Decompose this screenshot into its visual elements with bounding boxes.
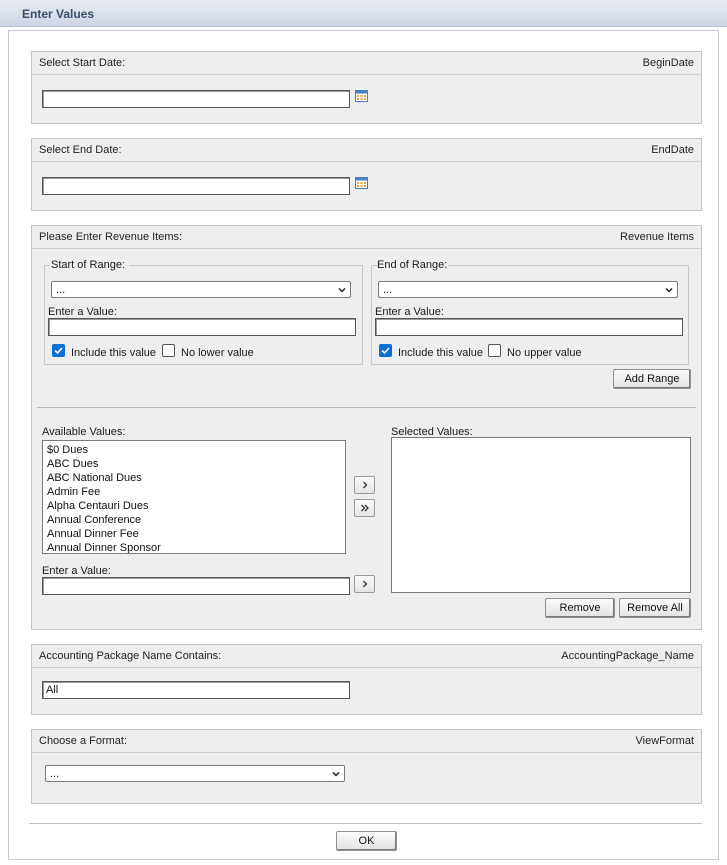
add-range-button[interactable]: Add Range: [613, 369, 691, 389]
list-item[interactable]: Alpha Centauri Dues: [43, 499, 345, 513]
revenue-items-section: Please Enter Revenue Items: Revenue Item…: [31, 225, 702, 630]
enter-value-input[interactable]: [42, 577, 350, 595]
remove-all-button[interactable]: Remove All: [619, 598, 691, 618]
available-values-list[interactable]: $0 Dues ABC Dues ABC National Dues Admin…: [42, 440, 346, 554]
accounting-package-section: Accounting Package Name Contains: Accoun…: [31, 644, 702, 715]
no-lower-value-checkbox[interactable]: [162, 344, 175, 357]
list-item[interactable]: ABC Dues: [43, 457, 345, 471]
chevron-right-icon: [362, 580, 367, 588]
list-item[interactable]: Annual Dinner Fee: [43, 527, 345, 541]
available-values-label: Available Values:: [42, 426, 126, 438]
end-date-section: Select End Date: EndDate: [31, 138, 702, 211]
list-item[interactable]: ABC National Dues: [43, 471, 345, 485]
end-date-input[interactable]: [42, 177, 350, 195]
format-select[interactable]: ...: [45, 765, 345, 782]
checkmark-icon: [54, 347, 63, 355]
end-enter-value-label: Enter a Value:: [375, 306, 444, 318]
ok-button[interactable]: OK: [336, 831, 397, 851]
end-range-input[interactable]: [375, 318, 683, 336]
accounting-package-input[interactable]: All: [42, 681, 350, 699]
start-range-input[interactable]: [48, 318, 356, 336]
end-date-label: Select End Date:: [39, 144, 122, 156]
end-of-range-legend: End of Range:: [377, 259, 448, 271]
enter-value-label: Enter a Value:: [42, 565, 111, 577]
start-enter-value-label: Enter a Value:: [48, 306, 117, 318]
calendar-icon[interactable]: [355, 177, 368, 189]
start-include-checkbox[interactable]: [52, 344, 65, 357]
begin-date-input[interactable]: [42, 90, 350, 108]
list-item[interactable]: $0 Dues: [43, 443, 345, 457]
section-divider: [37, 407, 696, 408]
no-lower-value-label: No lower value: [181, 347, 254, 359]
list-item[interactable]: Admin Fee: [43, 485, 345, 499]
double-chevron-right-icon: [360, 504, 369, 512]
move-all-button[interactable]: [354, 499, 375, 517]
list-item[interactable]: Annual Conference: [43, 513, 345, 527]
format-section: Choose a Format: ViewFormat ...: [31, 729, 702, 804]
accounting-package-label: Accounting Package Name Contains:: [39, 650, 222, 662]
chevron-right-icon: [362, 481, 367, 489]
calendar-icon[interactable]: [355, 90, 368, 102]
start-of-range-legend: Start of Range:: [51, 259, 125, 271]
format-label: Choose a Format:: [39, 735, 128, 747]
chevron-down-icon: [665, 287, 673, 293]
revenue-items-label: Please Enter Revenue Items:: [39, 231, 183, 243]
remove-button[interactable]: Remove: [545, 598, 615, 618]
begin-date-section: Select Start Date: BeginDate: [31, 51, 702, 124]
begin-date-param: BeginDate: [642, 57, 694, 69]
selected-values-list[interactable]: [391, 437, 691, 593]
chevron-down-icon: [332, 771, 340, 777]
accounting-package-param: AccountingPackage_Name: [561, 650, 694, 662]
no-upper-value-checkbox[interactable]: [488, 344, 501, 357]
no-upper-value-label: No upper value: [507, 347, 582, 359]
list-item[interactable]: Annual Dinner Sponsor: [43, 541, 345, 553]
move-selected-button[interactable]: [354, 476, 375, 494]
begin-date-label: Select Start Date:: [39, 57, 126, 69]
footer-divider: [29, 823, 702, 824]
end-include-label: Include this value: [398, 347, 483, 359]
end-range-select[interactable]: ...: [378, 281, 678, 298]
chevron-down-icon: [338, 287, 346, 293]
add-value-button[interactable]: [354, 575, 375, 593]
checkmark-icon: [381, 347, 390, 355]
dialog-title: Enter Values: [0, 0, 727, 27]
end-include-checkbox[interactable]: [379, 344, 392, 357]
start-range-select[interactable]: ...: [51, 281, 351, 298]
format-param: ViewFormat: [635, 735, 694, 747]
start-include-label: Include this value: [71, 347, 156, 359]
revenue-items-param: Revenue Items: [620, 231, 694, 243]
end-date-param: EndDate: [651, 144, 694, 156]
